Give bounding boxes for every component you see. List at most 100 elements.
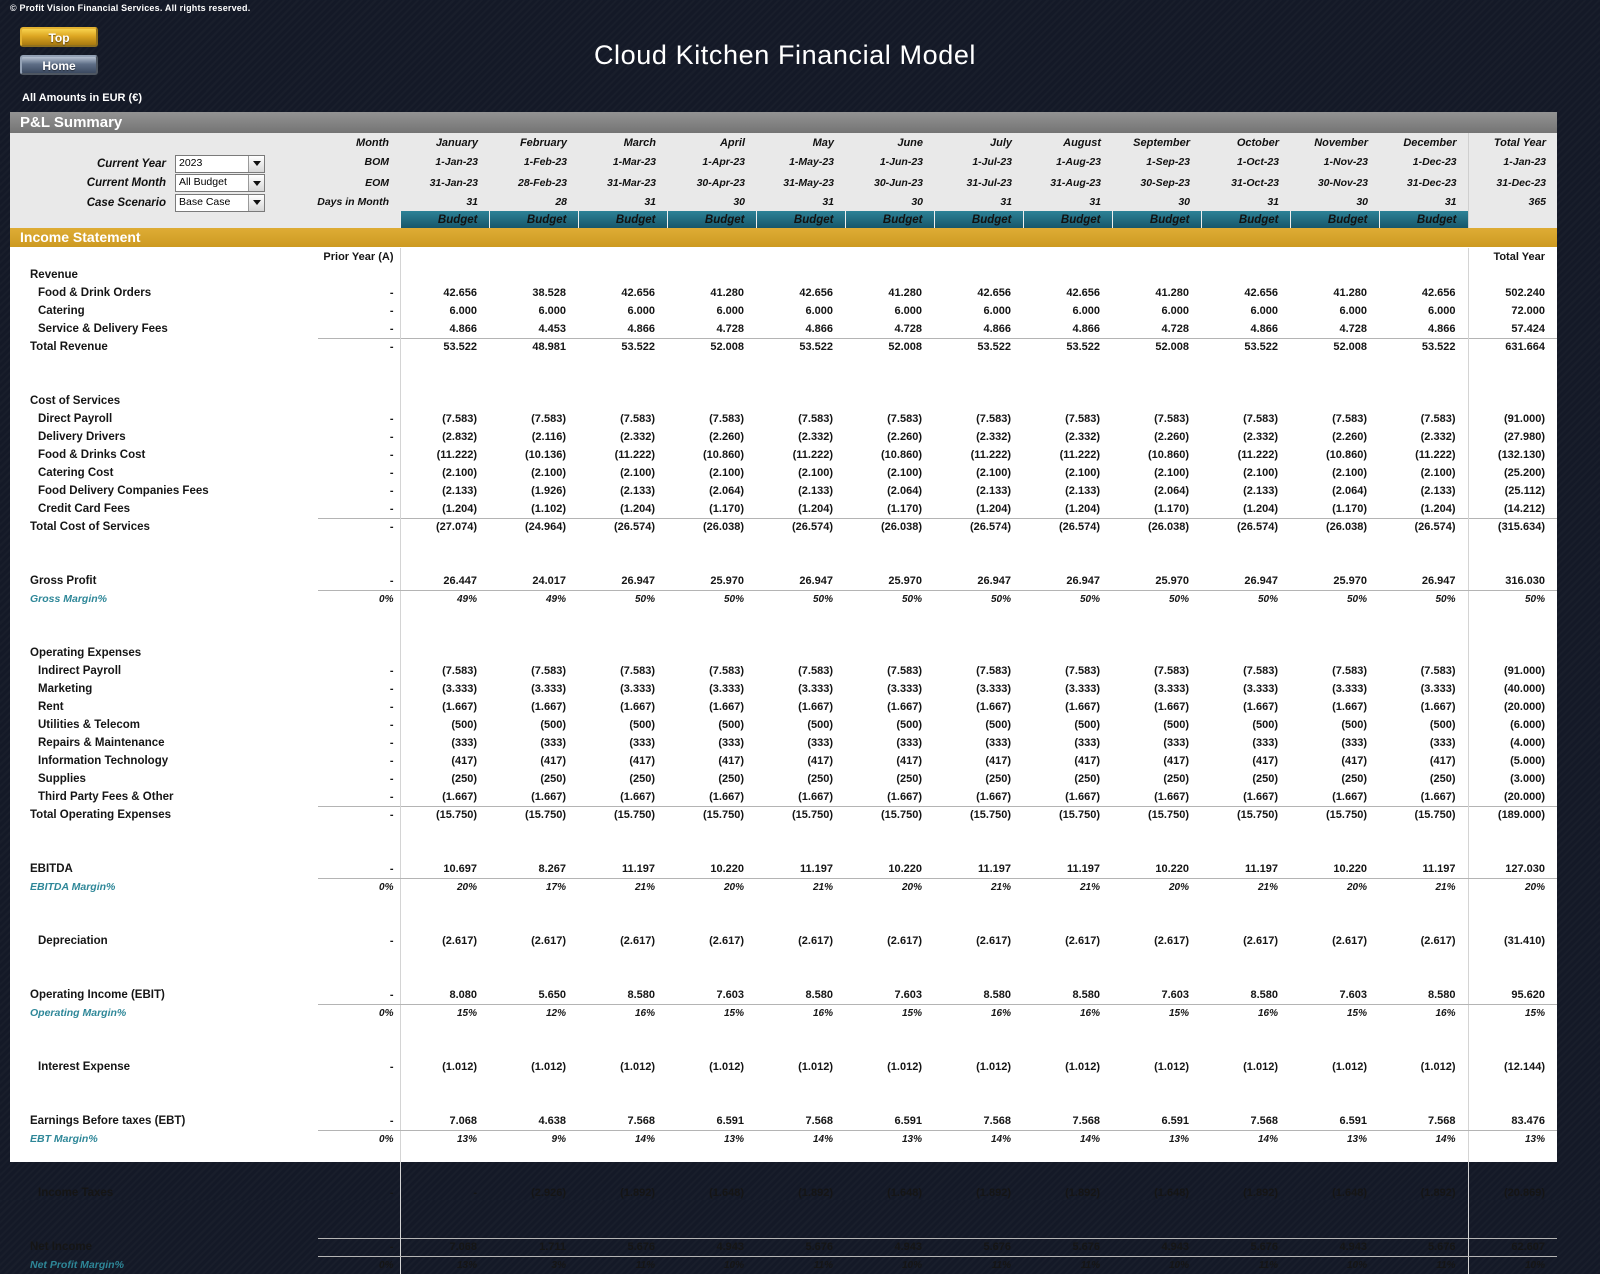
cell <box>756 554 845 572</box>
cell <box>1201 644 1290 662</box>
line-item-label: Third Party Fees & Other <box>38 791 174 803</box>
dropdown-current-year[interactable]: 2023 <box>175 154 265 173</box>
month-value: (1.667) <box>531 790 566 803</box>
month-value: (10.860) <box>703 449 744 461</box>
calendar-cell: 31 <box>644 196 657 208</box>
cell <box>1112 248 1201 266</box>
month-value: 13% <box>456 1133 477 1145</box>
month-value: 6.000 <box>1339 305 1367 317</box>
month-value: 11.197 <box>756 860 845 879</box>
month-value: (2.064) <box>709 485 744 497</box>
cell <box>756 824 845 842</box>
budget-badge: Budget <box>1378 211 1469 228</box>
line-item-label: Interest Expense <box>38 1061 131 1073</box>
prior-year-value: 0% <box>318 878 401 896</box>
cell <box>1023 968 1112 986</box>
cell <box>667 1166 756 1184</box>
table-row: Food & Drinks Cost - (11.222) (10.136) (11.2… <box>10 446 1557 464</box>
calendar-cell: 31 <box>1000 196 1013 208</box>
dropdown-case-scenario[interactable]: Base Case <box>175 193 265 212</box>
cell <box>667 896 756 914</box>
cell <box>318 554 401 572</box>
row-label <box>10 914 318 932</box>
cell <box>489 1202 578 1220</box>
month-value: (2.100) <box>798 467 833 479</box>
table-row: Indirect Payroll - (7.583) (7.583) (7.583) (7… <box>10 662 1557 680</box>
cell <box>578 914 667 932</box>
cell <box>845 950 934 968</box>
cell <box>489 1220 578 1238</box>
line-item-label: Food Delivery Companies Fees <box>38 485 209 497</box>
month-value: 5.676 <box>934 1237 1023 1257</box>
cell <box>1112 392 1201 410</box>
cell <box>489 1166 578 1184</box>
month-value: 5.676 <box>1023 1237 1112 1257</box>
copyright-text: © Profit Vision Financial Services. All … <box>10 3 251 13</box>
cell <box>1379 554 1468 572</box>
cell <box>1467 968 1557 986</box>
month-value: (1.892) <box>1420 1187 1456 1199</box>
month-value: (417) <box>1341 755 1367 767</box>
cell <box>1201 842 1290 860</box>
row-label <box>10 356 318 374</box>
month-value: 4.728 <box>1161 322 1189 335</box>
cell <box>1112 644 1201 662</box>
cell <box>845 1166 934 1184</box>
cell <box>318 1076 401 1094</box>
cell <box>1201 266 1290 284</box>
month-value: (24.964) <box>489 517 578 536</box>
spacer-row <box>10 1022 1557 1040</box>
chevron-down-icon[interactable] <box>248 194 264 211</box>
month-value: (250) <box>629 773 655 785</box>
cell <box>934 1040 1023 1058</box>
cell <box>756 896 845 914</box>
month-value: 21% <box>1257 881 1278 893</box>
cell <box>756 356 845 374</box>
cell <box>1290 950 1379 968</box>
table-row: Catering Cost - (2.100) (2.100) (2.100) (2.10… <box>10 464 1557 482</box>
cell <box>934 248 1023 266</box>
month-value: 50% <box>901 593 922 605</box>
month-value: (2.064) <box>1154 485 1189 497</box>
month-value: (333) <box>896 737 922 749</box>
month-value: (2.100) <box>1065 467 1100 479</box>
month-value: (1.204) <box>1420 502 1456 515</box>
month-value: 10.220 <box>1290 860 1379 879</box>
cell <box>1023 248 1112 266</box>
dropdown-current-month[interactable]: All Budget <box>175 174 265 193</box>
cell <box>934 608 1023 626</box>
cell <box>578 626 667 644</box>
cell <box>934 968 1023 986</box>
cell <box>1023 896 1112 914</box>
month-value: (1.667) <box>1243 790 1278 803</box>
month-value: 4.866 <box>805 322 833 335</box>
month-value: 6.000 <box>716 305 744 317</box>
total-year-value: (14.212) <box>1467 500 1557 518</box>
month-value: 52.008 <box>667 337 756 356</box>
month-value: (1.102) <box>531 502 566 515</box>
cell <box>1379 950 1468 968</box>
cell <box>318 968 401 986</box>
month-value: (333) <box>1341 737 1367 749</box>
month-value: (500) <box>451 719 477 731</box>
cell <box>1112 266 1201 284</box>
month-value: 6.591 <box>1112 1112 1201 1131</box>
month-value: (26.574) <box>578 517 667 536</box>
chevron-down-icon[interactable] <box>248 175 264 192</box>
cell <box>578 968 667 986</box>
month-value: 11% <box>991 1259 1011 1271</box>
month-value: 10% <box>723 1259 744 1271</box>
table-row: Rent - (1.667) (1.667) (1.667) (1.667) (1.667)… <box>10 698 1557 716</box>
chevron-down-icon[interactable] <box>248 155 264 172</box>
prior-year-value: - <box>318 428 401 446</box>
prior-year-value: - <box>318 1237 401 1257</box>
cell <box>400 1022 489 1040</box>
cell <box>1467 1202 1557 1220</box>
cell <box>400 842 489 860</box>
month-value: 7.568 <box>1379 1112 1468 1131</box>
margin-row-label: Operating Margin% <box>30 1007 127 1019</box>
month-value: 20% <box>901 881 922 893</box>
total-year-value: 10% <box>1467 1256 1557 1274</box>
cell <box>756 1202 845 1220</box>
month-value: (2.260) <box>1154 431 1189 443</box>
